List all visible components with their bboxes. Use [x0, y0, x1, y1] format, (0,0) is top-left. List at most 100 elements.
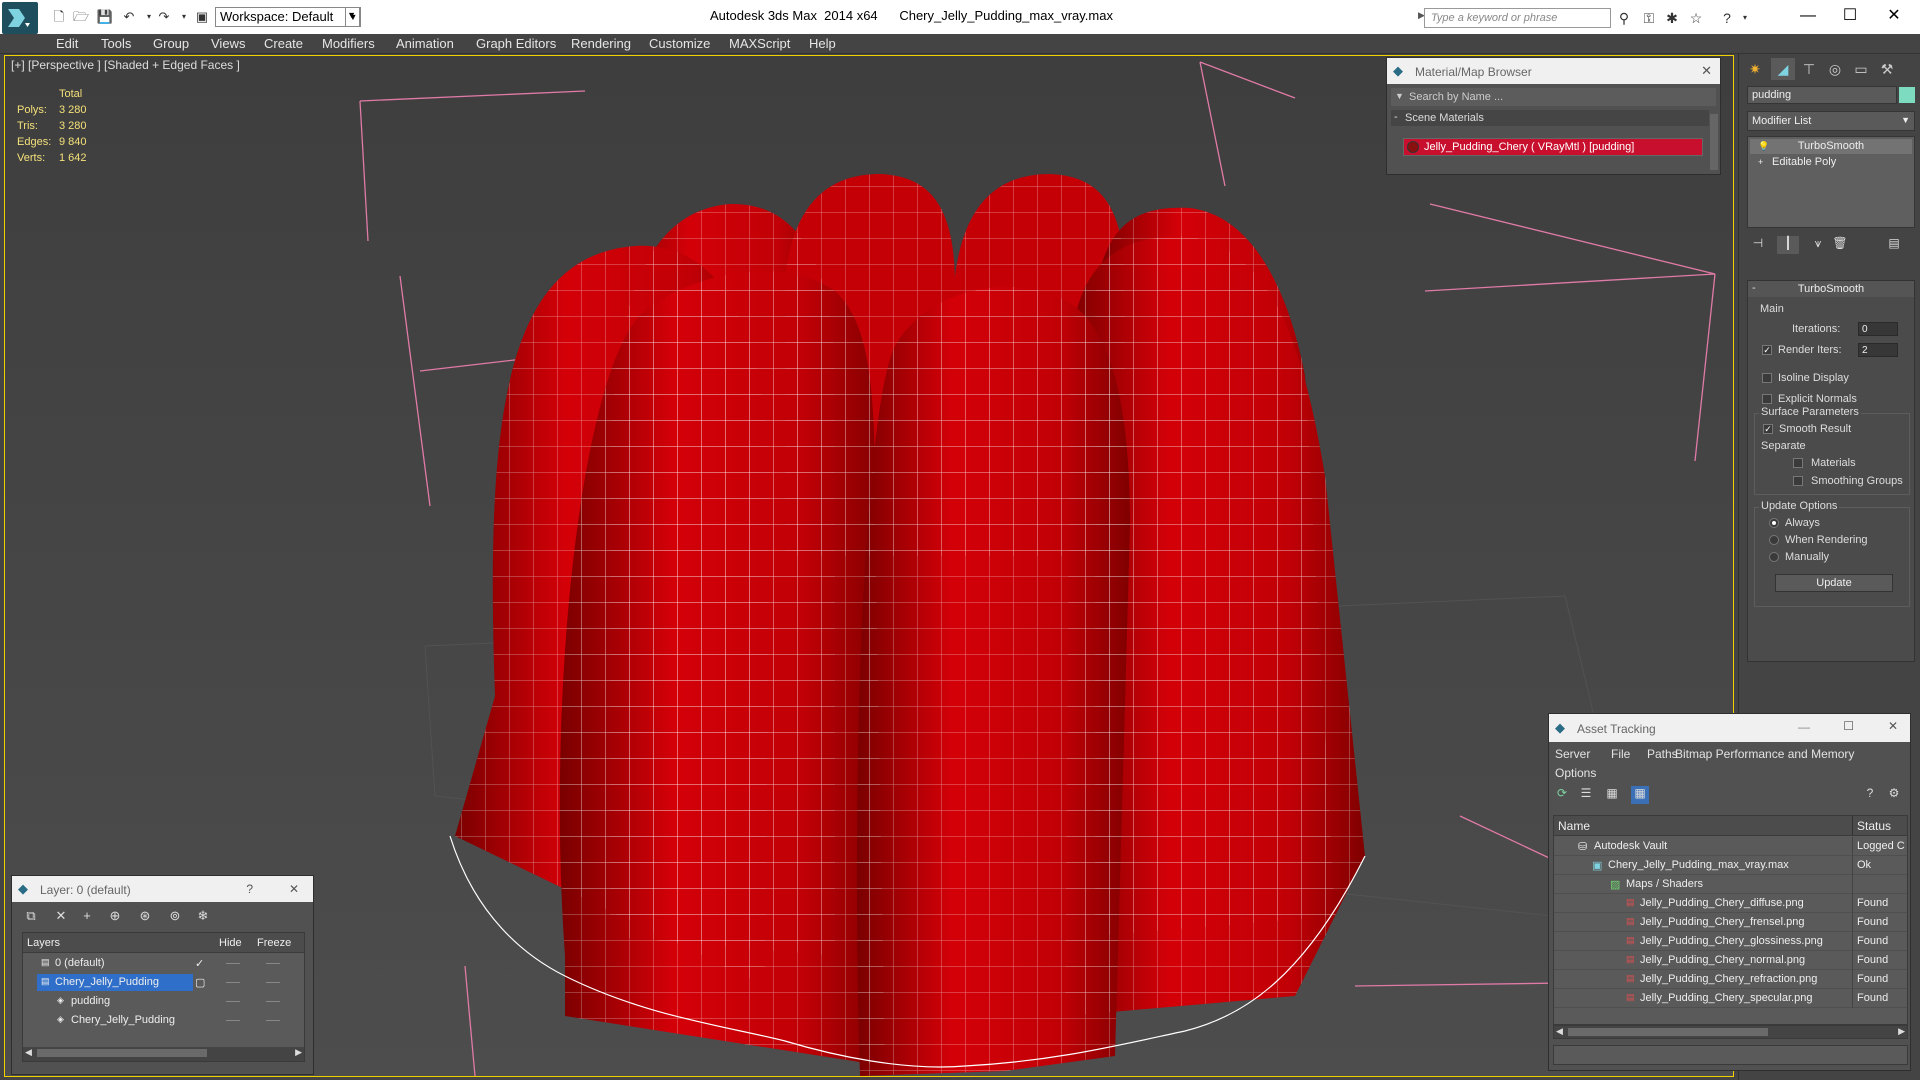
jelly-pudding-mesh[interactable] — [449, 174, 1366, 1076]
community-icon[interactable]: ✱ — [1663, 9, 1681, 27]
column-layers-header[interactable]: Layers — [27, 937, 60, 949]
column-name-header[interactable]: Name — [1558, 819, 1590, 833]
menu-help[interactable]: Help — [809, 36, 836, 51]
configure-modifier-sets-icon[interactable]: ▤ — [1883, 236, 1905, 254]
binoculars-icon[interactable]: ⚲ — [1615, 9, 1633, 27]
menu-animation[interactable]: Animation — [396, 36, 454, 51]
scene-materials-group[interactable]: - Scene Materials — [1391, 110, 1709, 126]
menu-rendering[interactable]: Rendering — [571, 36, 631, 51]
remove-modifier-icon[interactable]: 🗑 — [1829, 236, 1851, 254]
rollout-title[interactable]: TurboSmooth — [1748, 281, 1914, 297]
minimize-button[interactable]: — — [1788, 4, 1828, 28]
asset-menu-options[interactable]: Options — [1555, 766, 1596, 780]
menu-customize[interactable]: Customize — [649, 36, 710, 51]
table-row[interactable]: ▤ Jelly_Pudding_Chery_normal.png Found — [1554, 951, 1907, 970]
workspace-dropdown[interactable]: Workspace: Default ▼ — [215, 7, 360, 27]
table-row[interactable]: ▤ Jelly_Pudding_Chery_diffuse.png Found — [1554, 894, 1907, 913]
scroll-thumb[interactable] — [37, 1049, 207, 1057]
create-tab-icon[interactable]: ✷ — [1743, 58, 1767, 80]
hierarchy-tab-icon[interactable]: ⊤ — [1797, 58, 1821, 80]
update-manually-radio[interactable] — [1769, 552, 1779, 562]
help-icon[interactable]: ? — [1718, 9, 1736, 27]
asset-horizontal-scrollbar[interactable]: ◀ ▶ — [1553, 1025, 1908, 1039]
hide-toggle[interactable] — [226, 1020, 240, 1021]
material-list-item[interactable]: Jelly_Pudding_Chery ( VRayMtl ) [pudding… — [1403, 138, 1703, 156]
grid-view-icon[interactable]: ▦ — [1631, 786, 1649, 804]
freeze-toggle[interactable] — [266, 1001, 280, 1002]
scroll-right-icon[interactable]: ▶ — [1898, 1026, 1905, 1037]
key-icon[interactable]: ⚿ — [1640, 9, 1658, 27]
layer-row[interactable]: ▤ Chery_Jelly_Pudding ▢ — [23, 973, 304, 992]
menu-edit[interactable]: Edit — [56, 36, 78, 51]
object-name-field[interactable]: pudding — [1747, 86, 1897, 104]
material-browser-titlebar[interactable]: ◆ Material/Map Browser ✕ — [1387, 58, 1720, 84]
save-icon[interactable]: 💾 — [96, 8, 114, 26]
display-tab-icon[interactable]: ▭ — [1849, 58, 1873, 80]
object-color-swatch[interactable] — [1899, 87, 1915, 103]
quick-access-customize-icon[interactable]: ▼ — [345, 7, 361, 27]
refresh-icon[interactable]: ⟳ — [1553, 786, 1571, 804]
show-end-result-icon[interactable]: ┃ — [1777, 236, 1799, 254]
add-to-layer-icon[interactable]: + — [78, 908, 96, 926]
favorites-star-icon[interactable]: ☆ — [1687, 9, 1705, 27]
create-layer-icon[interactable]: ⧉ — [22, 908, 40, 926]
modify-tab-icon[interactable]: ◢ — [1771, 58, 1795, 80]
scroll-left-icon[interactable]: ◀ — [25, 1047, 32, 1058]
menu-maxscript[interactable]: MAXScript — [729, 36, 790, 51]
make-unique-icon[interactable]: ⩛ — [1807, 236, 1829, 254]
minimize-icon[interactable]: — — [1798, 720, 1810, 734]
asset-menu-bitmap-performance[interactable]: Bitmap Performance and Memory — [1675, 747, 1854, 761]
asset-menu-server[interactable]: Server — [1555, 747, 1590, 761]
update-always-radio[interactable] — [1769, 518, 1779, 528]
maximize-button[interactable]: ☐ — [1830, 4, 1870, 28]
menu-tools[interactable]: Tools — [101, 36, 131, 51]
explicit-normals-checkbox[interactable] — [1762, 394, 1772, 404]
table-row[interactable]: ▤ Jelly_Pudding_Chery_glossiness.png Found — [1554, 932, 1907, 951]
highlight-layer-icon[interactable]: ⊛ — [136, 908, 154, 926]
list-view-icon[interactable]: ☰ — [1577, 786, 1595, 804]
scroll-thumb[interactable] — [1568, 1028, 1768, 1036]
scroll-left-icon[interactable]: ◀ — [1556, 1026, 1563, 1037]
menu-views[interactable]: Views — [211, 36, 245, 51]
menu-graph-editors[interactable]: Graph Editors — [476, 36, 556, 51]
help-button[interactable]: ? — [246, 882, 253, 896]
open-file-icon[interactable]: 🗁 — [72, 8, 90, 26]
table-row[interactable]: ▨ Maps / Shaders — [1554, 875, 1907, 894]
menu-create[interactable]: Create — [264, 36, 303, 51]
hide-all-icon[interactable]: ⊚ — [166, 908, 184, 926]
table-row[interactable]: ▤ Jelly_Pudding_Chery_refraction.png Found — [1554, 970, 1907, 989]
separate-smoothing-groups-checkbox[interactable] — [1793, 476, 1803, 486]
update-button[interactable]: Update — [1775, 574, 1893, 592]
stack-item-turbosmooth[interactable]: 💡 TurboSmooth — [1750, 139, 1912, 154]
app-menu-logo-icon[interactable] — [2, 2, 38, 34]
asset-tracking-titlebar[interactable]: ◆ Asset Tracking — ☐ ✕ — [1549, 714, 1910, 742]
lightbulb-icon[interactable]: 💡 — [1758, 141, 1769, 152]
set-current-box-icon[interactable]: ▢ — [195, 976, 205, 989]
redo-dropdown-icon[interactable]: ▾ — [175, 8, 193, 26]
material-search-input[interactable]: ▼ Search by Name ... — [1391, 88, 1716, 106]
column-status-header[interactable]: Status — [1857, 819, 1891, 833]
layer-row[interactable]: ▤ 0 (default) ✓ — [23, 954, 304, 973]
menu-group[interactable]: Group — [153, 36, 189, 51]
table-row[interactable]: ⛁ Autodesk Vault Logged C — [1554, 837, 1907, 856]
help-icon[interactable]: ? — [1861, 786, 1879, 804]
undo-icon[interactable]: ↶ — [120, 8, 138, 26]
table-row[interactable]: ▤ Jelly_Pudding_Chery_frensel.png Found — [1554, 913, 1907, 932]
maximize-icon[interactable]: ☐ — [1843, 719, 1854, 733]
render-iters-spinner[interactable]: 2 — [1858, 343, 1898, 357]
table-row[interactable]: ▤ Jelly_Pudding_Chery_specular.png Found — [1554, 989, 1907, 1008]
pin-stack-icon[interactable]: ⊣ — [1747, 236, 1769, 254]
iterations-spinner[interactable]: 0 — [1858, 322, 1898, 336]
active-layer-check-icon[interactable]: ✓ — [195, 957, 204, 970]
project-folder-icon[interactable]: ▣ — [193, 8, 211, 26]
close-button[interactable]: ✕ — [1874, 4, 1914, 28]
table-row[interactable]: ▣ Chery_Jelly_Pudding_max_vray.max Ok — [1554, 856, 1907, 875]
menu-modifiers[interactable]: Modifiers — [322, 36, 375, 51]
asset-menu-paths[interactable]: Paths — [1647, 747, 1678, 761]
layer-row[interactable]: ◈ Chery_Jelly_Pudding — [23, 1011, 304, 1030]
separate-materials-checkbox[interactable] — [1793, 458, 1803, 468]
motion-tab-icon[interactable]: ◎ — [1823, 58, 1847, 80]
freeze-toggle[interactable] — [266, 1020, 280, 1021]
help-dropdown-icon[interactable]: ▾ — [1736, 9, 1754, 27]
hide-toggle[interactable] — [226, 982, 240, 983]
